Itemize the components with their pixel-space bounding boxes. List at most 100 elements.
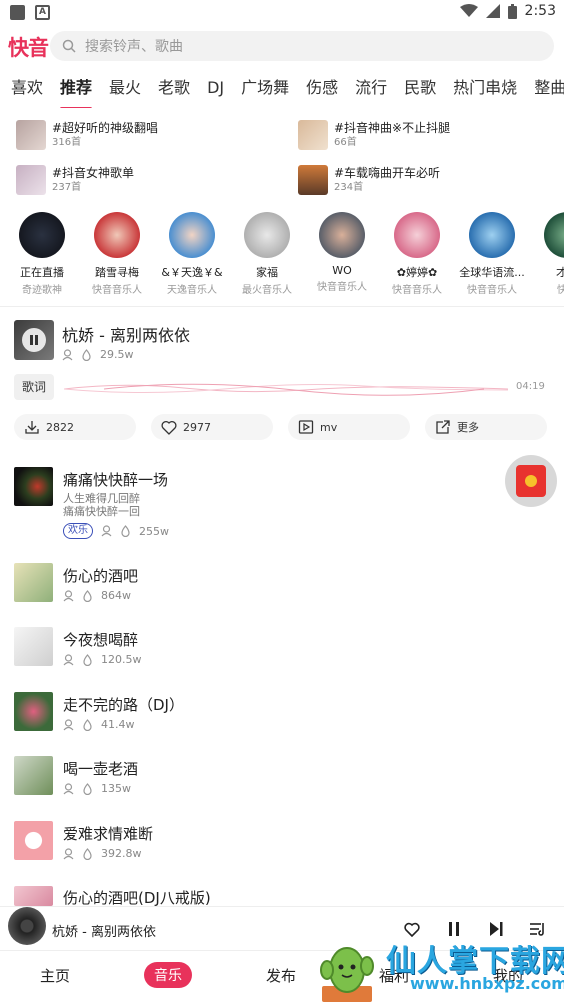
artist-item[interactable]: ✿婷婷✿ 快音音乐人	[379, 212, 455, 296]
status-bar: A 2:53	[0, 0, 564, 26]
song-tag[interactable]: 欢乐	[63, 523, 93, 539]
red-packet-icon	[516, 465, 546, 497]
artist-avatar	[169, 212, 215, 258]
nav-publish[interactable]: 发布	[266, 965, 296, 986]
user-icon	[62, 348, 73, 360]
fire-icon	[83, 653, 92, 666]
like-count: 2977	[183, 420, 211, 434]
playlist-item[interactable]: #抖音神曲※不止抖腿 66首	[298, 118, 558, 152]
artist-item[interactable]: 家福 最火音乐人	[229, 212, 305, 296]
tab-pop[interactable]: 流行	[355, 74, 387, 108]
video-icon	[298, 420, 314, 434]
artist-subtitle: 快音	[557, 285, 564, 296]
lyrics-button[interactable]: 歌词	[14, 374, 54, 400]
artist-avatar	[544, 212, 564, 258]
playlist-count: 316首	[52, 137, 82, 148]
app-logo[interactable]: 快音	[8, 32, 49, 62]
pause-icon[interactable]	[22, 328, 46, 352]
song-title: 痛痛快快醉一场	[63, 471, 169, 489]
fire-icon	[121, 525, 130, 537]
tab-medley[interactable]: 热门串烧	[453, 74, 517, 108]
download-icon	[25, 421, 39, 434]
playlist-title: #超好听的神级翻唱	[52, 121, 159, 135]
duration: 04:19	[516, 381, 545, 392]
song-meta: 120.5w	[63, 653, 142, 666]
artist-item[interactable]: 才仁 快音	[529, 212, 564, 296]
artist-name: ✿婷婷✿	[396, 266, 438, 279]
playlist-title: #车载嗨曲开车必听	[334, 166, 441, 180]
playlist-cover	[298, 165, 328, 195]
artist-row: 正在直播 奇迹歌神 踏雪寻梅 快音音乐人 &￥天逸￥& 天逸音乐人 家福 最火音…	[0, 212, 564, 300]
watermark: 仙人掌下载网 www.hnbxpz.com	[318, 932, 564, 1002]
artist-subtitle: 最火音乐人	[242, 285, 292, 296]
tab-full[interactable]: 整曲	[534, 74, 564, 108]
waveform[interactable]	[64, 374, 508, 404]
search-bar[interactable]: 搜索铃声、歌曲	[50, 31, 554, 61]
tab-old-songs[interactable]: 老歌	[158, 74, 190, 108]
red-packet-button[interactable]	[505, 455, 557, 507]
battery-icon	[507, 3, 517, 19]
song-cover	[14, 821, 53, 860]
artist-subtitle: 快音音乐人	[392, 285, 442, 296]
featured-meta: 29.5w	[62, 348, 134, 361]
like-button[interactable]: 2977	[151, 414, 273, 440]
tab-folk[interactable]: 民歌	[404, 74, 436, 108]
user-icon	[63, 718, 74, 730]
artist-item[interactable]: 正在直播 奇迹歌神	[4, 212, 80, 296]
artist-item[interactable]: 全球华语流... 快音音乐人	[454, 212, 530, 296]
song-cover	[14, 467, 53, 506]
song-meta: 41.4w	[63, 718, 135, 731]
tab-sad[interactable]: 伤感	[306, 74, 338, 108]
playlist-count: 234首	[334, 182, 364, 193]
notification-icon	[10, 5, 25, 20]
artist-name: 家福	[256, 266, 278, 279]
artist-subtitle: 快音音乐人	[92, 285, 142, 296]
search-icon	[62, 39, 76, 53]
mv-label: mv	[320, 420, 338, 434]
cactus-logo-icon	[320, 947, 374, 1002]
nav-music[interactable]: 音乐	[144, 962, 192, 988]
playlist-item[interactable]: #抖音女神歌单 237首	[16, 163, 276, 197]
tab-square-dance[interactable]: 广场舞	[241, 74, 289, 108]
tab-dj[interactable]: DJ	[207, 74, 224, 108]
featured-title: 杭娇 - 离别两依依	[62, 326, 190, 345]
artist-name: 踏雪寻梅	[95, 266, 139, 279]
artist-avatar	[394, 212, 440, 258]
play-count: 120.5w	[101, 653, 142, 666]
artist-name: WO	[332, 264, 352, 277]
song-meta: 864w	[63, 589, 131, 602]
playlist-item[interactable]: #车载嗨曲开车必听 234首	[298, 163, 558, 197]
tab-hottest[interactable]: 最火	[109, 74, 141, 108]
playlist-item[interactable]: #超好听的神级翻唱 316首	[16, 118, 276, 152]
artist-item[interactable]: &￥天逸￥& 天逸音乐人	[154, 212, 230, 296]
artist-item[interactable]: WO 快音音乐人	[304, 212, 380, 293]
playlist-count: 66首	[334, 137, 357, 148]
player-disc[interactable]	[8, 907, 46, 945]
artist-avatar	[319, 212, 365, 258]
tab-like[interactable]: 喜欢	[11, 74, 43, 108]
tab-recommend[interactable]: 推荐	[60, 74, 93, 108]
song-cover	[14, 756, 53, 795]
playlist-count: 237首	[52, 182, 82, 193]
artist-subtitle: 天逸音乐人	[167, 285, 217, 296]
play-count: 255w	[139, 524, 169, 538]
artist-item[interactable]: 踏雪寻梅 快音音乐人	[79, 212, 155, 296]
player-title: 杭娇 - 离别两依依	[52, 925, 156, 940]
user-icon	[63, 653, 74, 665]
song-cover	[14, 692, 53, 731]
more-button[interactable]: 更多	[425, 414, 547, 440]
artist-avatar	[94, 212, 140, 258]
song-cover	[14, 886, 53, 906]
signal-icon	[485, 4, 500, 18]
mv-button[interactable]: mv	[288, 414, 410, 440]
featured-actions: 2822 2977 mv 更多	[14, 414, 550, 440]
play-count: 29.5w	[100, 348, 134, 361]
song-cover	[14, 563, 53, 602]
song-meta: 欢乐 255w	[63, 523, 169, 539]
download-button[interactable]: 2822	[14, 414, 136, 440]
fire-icon	[83, 782, 92, 795]
nav-home[interactable]: 主页	[40, 965, 70, 986]
artist-subtitle: 奇迹歌神	[22, 285, 62, 296]
fire-icon	[83, 589, 92, 602]
fire-icon	[82, 348, 91, 361]
